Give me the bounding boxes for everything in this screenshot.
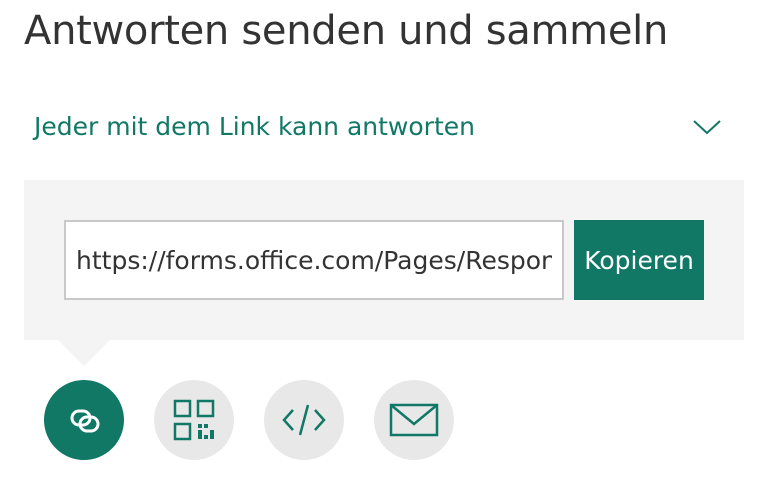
link-icon (59, 395, 109, 445)
share-link-button[interactable] (44, 380, 124, 460)
permission-label: Jeder mit dem Link kann antworten (34, 112, 475, 141)
page-title: Antworten senden und sammeln (24, 8, 669, 54)
panel-pointer (58, 340, 110, 366)
share-qr-button[interactable] (154, 380, 234, 460)
share-options (44, 380, 464, 460)
chevron-down-icon[interactable] (692, 114, 722, 138)
share-link-input[interactable] (64, 220, 564, 300)
code-icon (280, 400, 328, 440)
share-dialog: Antworten senden und sammeln Jeder mit d… (0, 0, 766, 494)
copy-button[interactable]: Kopieren (574, 220, 704, 300)
permission-dropdown[interactable]: Jeder mit dem Link kann antworten (24, 100, 744, 156)
share-email-button[interactable] (374, 380, 454, 460)
mail-icon (389, 402, 439, 438)
qr-code-icon (172, 398, 216, 442)
link-panel: Kopieren (24, 180, 744, 340)
share-embed-button[interactable] (264, 380, 344, 460)
